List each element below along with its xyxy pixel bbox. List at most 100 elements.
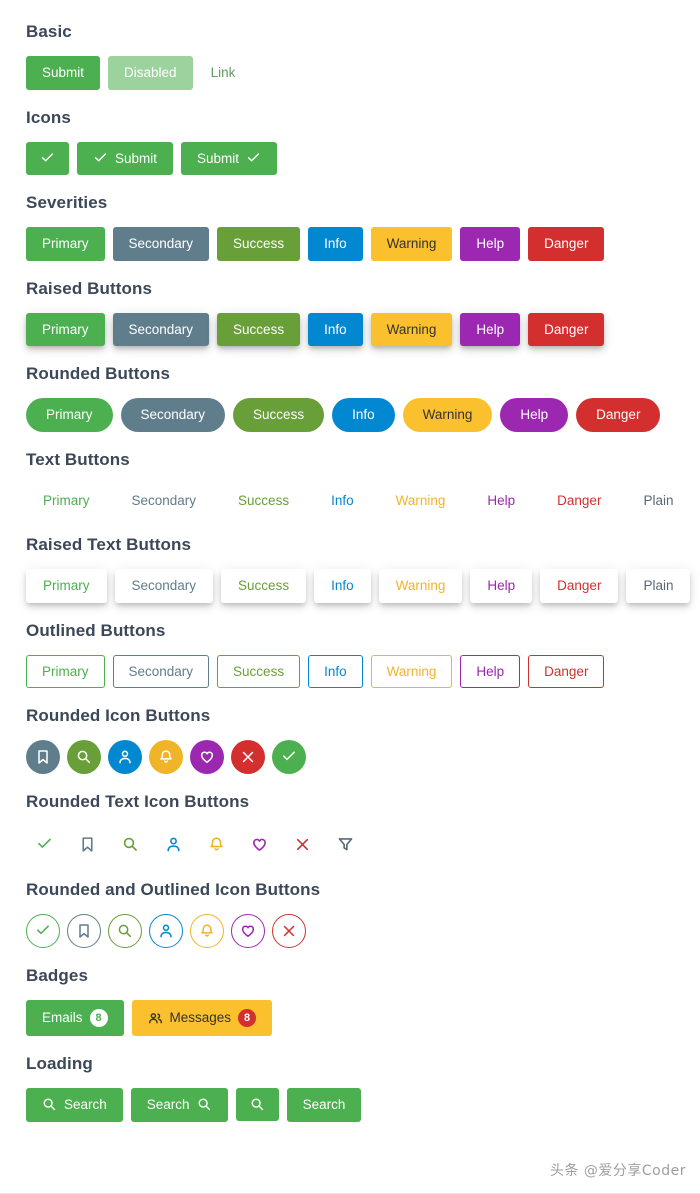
heart-icon-button[interactable]: [190, 740, 224, 775]
button-info[interactable]: Info: [308, 227, 363, 261]
text-button-help[interactable]: Help: [470, 484, 532, 518]
text-button-success[interactable]: Success: [221, 569, 307, 603]
text-button-success[interactable]: Success: [221, 484, 306, 518]
search-icon: [117, 923, 133, 939]
filter-icon-button[interactable]: [327, 826, 363, 862]
button-label: Warning: [422, 407, 473, 423]
outlined-button-warning[interactable]: Warning: [370, 654, 453, 689]
outlined-button-secondary[interactable]: Secondary: [112, 654, 210, 689]
check-icon-button[interactable]: [26, 914, 60, 949]
bell-icon-button[interactable]: [190, 914, 224, 949]
times-icon-button[interactable]: [284, 826, 320, 862]
check-icon-button[interactable]: [26, 826, 62, 862]
button-label: Search: [302, 1097, 346, 1113]
bookmark-icon-button[interactable]: [26, 740, 60, 775]
check-icon-button[interactable]: [272, 740, 306, 775]
text-button-warning[interactable]: Warning: [379, 484, 463, 518]
text-button-primary[interactable]: Primary: [26, 484, 107, 518]
search-icon-button[interactable]: [112, 826, 148, 862]
text-button-plain[interactable]: Plain: [626, 484, 690, 518]
button-label: Search: [146, 1097, 190, 1113]
times-icon-button[interactable]: [272, 914, 306, 949]
section-rounded-text-icon-buttons: Rounded Text Icon Buttons: [26, 792, 700, 862]
raised-button-row: Primary Secondary Success Info Warning Help Da…: [26, 312, 700, 347]
button-label: Info: [324, 663, 347, 679]
text-button-secondary[interactable]: Secondary: [114, 569, 214, 603]
outlined-button-primary[interactable]: Primary: [26, 654, 105, 689]
text-button-danger[interactable]: Danger: [540, 569, 619, 603]
times-icon-button[interactable]: [231, 740, 265, 775]
button-warning[interactable]: Warning: [402, 398, 493, 432]
button-help[interactable]: Help: [460, 312, 521, 347]
heart-icon-button[interactable]: [231, 914, 265, 949]
button-label: Help: [487, 492, 516, 508]
section-rounded-icon-buttons: Rounded Icon Buttons: [26, 706, 700, 775]
loading-search-button-right[interactable]: Search: [130, 1088, 228, 1122]
text-button-warning[interactable]: Warning: [378, 569, 463, 603]
button-info[interactable]: Info: [332, 398, 395, 432]
user-icon-button[interactable]: [149, 914, 183, 949]
check-icon: [281, 749, 297, 765]
outlined-button-help[interactable]: Help: [460, 654, 521, 689]
section-title-rounded: Rounded Buttons: [26, 364, 171, 384]
loading-button-row: Search Search Search: [26, 1088, 700, 1122]
search-icon-button[interactable]: [67, 740, 101, 775]
button-label: Help: [476, 663, 505, 679]
text-button-help[interactable]: Help: [470, 569, 533, 603]
user-icon: [117, 749, 133, 765]
check-icon: [246, 151, 261, 166]
button-success[interactable]: Success: [217, 227, 301, 261]
user-icon-button[interactable]: [155, 826, 191, 862]
heart-icon-button[interactable]: [241, 826, 277, 862]
button-warning[interactable]: Warning: [370, 312, 453, 347]
bell-icon-button[interactable]: [198, 826, 234, 862]
loading-search-button-only[interactable]: [235, 1088, 279, 1122]
outlined-button-danger[interactable]: Danger: [528, 654, 605, 689]
button-primary[interactable]: Primary: [26, 312, 105, 347]
bookmark-icon-button[interactable]: [69, 826, 105, 862]
bookmark-icon: [79, 836, 96, 853]
text-button-secondary[interactable]: Secondary: [115, 484, 214, 518]
emails-badge-button[interactable]: Emails 8: [26, 1000, 124, 1037]
button-danger[interactable]: Danger: [528, 227, 605, 261]
loading-search-button-none[interactable]: Search: [286, 1088, 362, 1122]
user-icon-button[interactable]: [108, 740, 142, 775]
text-button-primary[interactable]: Primary: [26, 569, 107, 603]
button-primary[interactable]: Primary: [26, 227, 105, 261]
button-warning[interactable]: Warning: [370, 227, 453, 261]
badge-button-row: Emails 8 Messages 8: [26, 1000, 700, 1037]
button-success[interactable]: Success: [217, 312, 301, 347]
check-icon-button[interactable]: [26, 141, 69, 175]
submit-button[interactable]: Submit: [26, 56, 101, 90]
text-button-row: Primary Secondary Success Info Warning Help Da…: [26, 484, 700, 518]
check-icon: [35, 923, 51, 939]
button-primary[interactable]: Primary: [26, 398, 113, 432]
button-success[interactable]: Success: [233, 398, 325, 432]
loading-search-button-left[interactable]: Search: [26, 1088, 123, 1122]
button-help[interactable]: Help: [500, 398, 569, 432]
bell-icon-button[interactable]: [149, 740, 183, 775]
button-info[interactable]: Info: [308, 312, 363, 347]
messages-badge-button[interactable]: Messages 8: [131, 1000, 273, 1037]
button-danger[interactable]: Danger: [528, 312, 605, 347]
button-label: Secondary: [128, 321, 194, 337]
link-button[interactable]: Link: [201, 57, 246, 88]
button-danger[interactable]: Danger: [576, 398, 661, 432]
user-icon: [165, 836, 182, 853]
bookmark-icon-button[interactable]: [67, 914, 101, 949]
section-title-severities: Severities: [26, 193, 108, 213]
button-secondary[interactable]: Secondary: [112, 227, 210, 261]
button-help[interactable]: Help: [460, 227, 521, 261]
outlined-button-success[interactable]: Success: [217, 654, 301, 689]
button-secondary[interactable]: Secondary: [120, 398, 226, 432]
button-label: Submit: [115, 150, 158, 166]
text-button-info[interactable]: Info: [314, 569, 371, 603]
submit-icon-right-button[interactable]: Submit: [181, 141, 278, 176]
outlined-button-info[interactable]: Info: [308, 654, 363, 689]
text-button-info[interactable]: Info: [314, 484, 371, 518]
button-secondary[interactable]: Secondary: [112, 312, 210, 347]
search-icon-button[interactable]: [108, 914, 142, 949]
text-button-danger[interactable]: Danger: [540, 484, 618, 518]
submit-icon-left-button[interactable]: Submit: [77, 141, 174, 176]
text-button-plain[interactable]: Plain: [626, 569, 691, 603]
